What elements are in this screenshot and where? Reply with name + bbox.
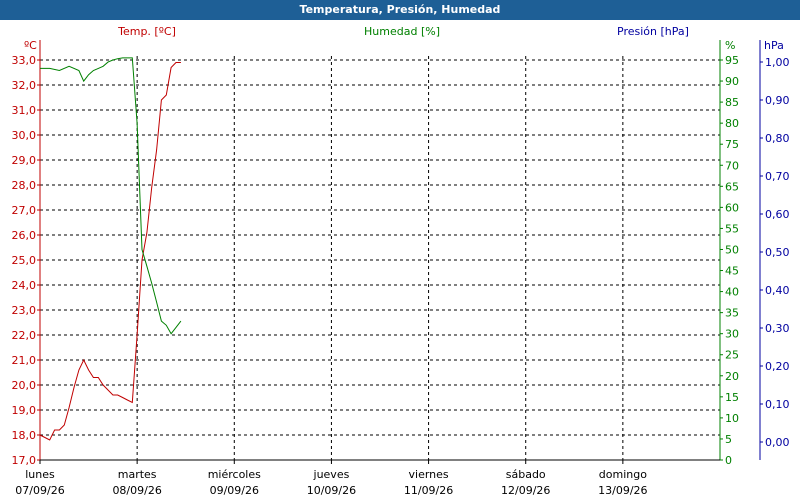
chart-series — [39, 57, 182, 441]
temperature-tick-label: 18,0 — [12, 429, 37, 442]
pressure-unit: hPa — [764, 39, 784, 52]
humidity-tick-label: 5 — [725, 433, 732, 446]
pressure-axis-title: Presión [hPa] — [617, 25, 689, 38]
pressure-tick-label: 0,40 — [765, 284, 790, 297]
humidity-tick-label: 10 — [725, 412, 739, 425]
chart-canvas: 17,0 18,0 19,0 20,0 21,0 22,0 23,0 24,0 25,0 26,0… — [12, 25, 790, 497]
humidity-tick-label: 0 — [725, 454, 732, 467]
pressure-tick-label: 0,30 — [765, 322, 790, 335]
x-tick-label-date: 07/09/26 — [15, 484, 64, 497]
temperature-tick-label: 19,0 — [12, 404, 37, 417]
humidity-tick-label: 25 — [725, 349, 739, 362]
temperature-tick-label: 28,0 — [12, 179, 37, 192]
humidity-tick-label: 85 — [725, 96, 739, 109]
humidity-tick-label: 65 — [725, 180, 739, 193]
series-line-humidity — [40, 57, 182, 335]
pressure-tick-label: 0,70 — [765, 170, 790, 183]
humidity-tick-label: 15 — [725, 391, 739, 404]
pressure-tick-label: 0,00 — [765, 436, 790, 449]
pressure-tick-label: 0,50 — [765, 246, 790, 259]
humidity-tick-label: 30 — [725, 328, 739, 341]
temperature-tick-label: 20,0 — [12, 379, 37, 392]
temperature-tick-label: 30,0 — [12, 129, 37, 142]
x-tick-label-date: 08/09/26 — [112, 484, 161, 497]
chart-axes — [37, 40, 763, 464]
pressure-tick-label: 0,90 — [765, 94, 790, 107]
temperature-tick-label: 32,0 — [12, 79, 37, 92]
humidity-tick-label: 60 — [725, 201, 739, 214]
temperature-axis-title: Temp. [ºC] — [117, 25, 176, 38]
humidity-tick-label: 95 — [725, 54, 739, 67]
x-tick-label-day: sábado — [506, 468, 546, 481]
humidity-tick-label: 55 — [725, 222, 739, 235]
humidity-tick-label: 35 — [725, 307, 739, 320]
humidity-tick-label: 70 — [725, 159, 739, 172]
temperature-tick-label: 24,0 — [12, 279, 37, 292]
pressure-tick-label: 0,20 — [765, 360, 790, 373]
humidity-unit: % — [725, 39, 735, 52]
chart-labels: 17,0 18,0 19,0 20,0 21,0 22,0 23,0 24,0 25,0 26,0… — [12, 25, 790, 497]
temperature-tick-label: 22,0 — [12, 329, 37, 342]
humidity-tick-label: 80 — [725, 117, 739, 130]
temperature-unit: ºC — [24, 39, 37, 52]
pressure-tick-label: 1,00 — [765, 56, 790, 69]
x-tick-label-day: viernes — [409, 468, 449, 481]
x-tick-label-day: domingo — [599, 468, 647, 481]
x-tick-label-day: lunes — [25, 468, 55, 481]
x-tick-label-day: jueves — [313, 468, 350, 481]
x-tick-label-day: miércoles — [208, 468, 261, 481]
humidity-tick-label: 75 — [725, 138, 739, 151]
humidity-tick-label: 40 — [725, 286, 739, 299]
x-tick-label-date: 12/09/26 — [501, 484, 550, 497]
temperature-tick-label: 26,0 — [12, 229, 37, 242]
x-tick-label-date: 11/09/26 — [404, 484, 453, 497]
pressure-tick-label: 0,10 — [765, 398, 790, 411]
temperature-tick-label: 23,0 — [12, 304, 37, 317]
temperature-tick-label: 25,0 — [12, 254, 37, 267]
x-tick-label-date: 13/09/26 — [598, 484, 647, 497]
x-tick-label-date: 10/09/26 — [307, 484, 356, 497]
temperature-tick-label: 27,0 — [12, 204, 37, 217]
temperature-tick-label: 33,0 — [12, 54, 37, 67]
temperature-tick-label: 29,0 — [12, 154, 37, 167]
humidity-axis-title: Humedad [%] — [364, 25, 440, 38]
humidity-tick-label: 90 — [725, 75, 739, 88]
temperature-tick-label: 21,0 — [12, 354, 37, 367]
humidity-tick-label: 45 — [725, 265, 739, 278]
pressure-tick-label: 0,60 — [765, 208, 790, 221]
humidity-tick-label: 50 — [725, 243, 739, 256]
temperature-tick-label: 31,0 — [12, 104, 37, 117]
pressure-tick-label: 0,80 — [765, 132, 790, 145]
humidity-tick-label: 20 — [725, 370, 739, 383]
x-tick-label-day: martes — [118, 468, 157, 481]
series-line-temperature — [39, 62, 181, 441]
x-tick-label-date: 09/09/26 — [210, 484, 259, 497]
temperature-tick-label: 17,0 — [12, 454, 37, 467]
